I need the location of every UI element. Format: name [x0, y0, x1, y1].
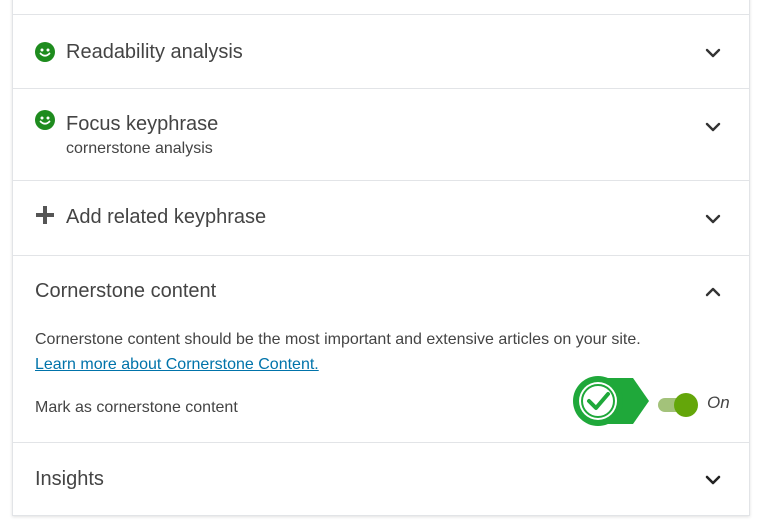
chevron-down-icon[interactable]: [705, 211, 721, 227]
check-callout-icon: [573, 376, 649, 426]
toggle-knob: [674, 393, 698, 417]
chevron-down-icon[interactable]: [705, 45, 721, 61]
cornerstone-description: Cornerstone content should be the most i…: [35, 331, 641, 348]
cornerstone-content-header[interactable]: Cornerstone content: [13, 256, 749, 316]
seo-metabox-panel: Readability analysis Focus keyphrase cor…: [12, 0, 750, 516]
focus-keyphrase-value: cornerstone analysis: [66, 140, 213, 157]
cornerstone-content-title: Cornerstone content: [35, 280, 217, 302]
mark-as-cornerstone-label: Mark as cornerstone content: [35, 399, 238, 416]
smiley-good-icon: [35, 110, 55, 130]
insights-title: Insights: [35, 468, 104, 490]
add-related-keyphrase-title: Add related keyphrase: [66, 206, 267, 228]
readability-analysis-title: Readability analysis: [66, 41, 243, 63]
focus-keyphrase-title: Focus keyphrase: [66, 113, 219, 135]
cornerstone-toggle[interactable]: [658, 393, 698, 417]
toggle-state-label: On: [707, 393, 730, 412]
plus-icon: [36, 206, 54, 224]
add-related-keyphrase-section[interactable]: Add related keyphrase: [13, 180, 749, 256]
smiley-good-icon: [35, 42, 55, 62]
chevron-down-icon[interactable]: [705, 472, 721, 488]
insights-section[interactable]: Insights: [13, 442, 749, 516]
chevron-down-icon[interactable]: [705, 119, 721, 135]
chevron-up-icon[interactable]: [705, 284, 721, 300]
readability-analysis-section[interactable]: Readability analysis: [13, 14, 749, 89]
learn-more-cornerstone-link[interactable]: Learn more about Cornerstone Content.: [35, 356, 319, 374]
focus-keyphrase-section[interactable]: Focus keyphrase cornerstone analysis: [13, 88, 749, 181]
